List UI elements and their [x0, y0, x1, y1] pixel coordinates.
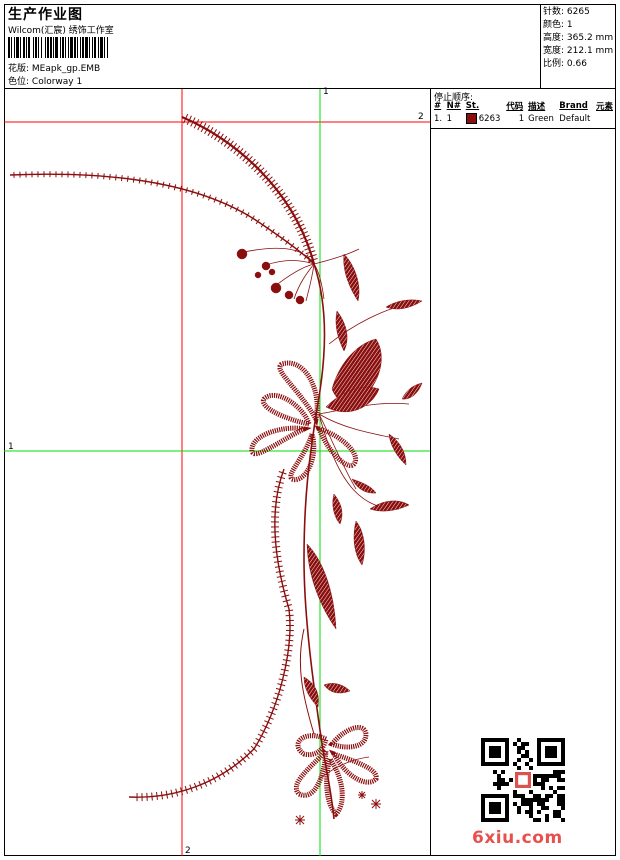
design-file: MEapk_gp.EMB — [31, 64, 101, 74]
flower-petal — [314, 425, 359, 469]
flower-petal — [288, 425, 317, 483]
color-swatch — [465, 113, 477, 124]
leaf-blade — [335, 310, 348, 352]
leaf-blade — [385, 299, 423, 310]
color-count: 颜色: 1 — [543, 20, 573, 30]
row-stitches: 6263 — [478, 114, 501, 124]
leaf-blade — [401, 382, 423, 400]
qr-code — [481, 738, 565, 822]
guide-label-red-bottom: 2 — [185, 846, 191, 856]
row-stitches-cell: 6263 — [464, 112, 504, 125]
flower-petal — [249, 425, 312, 457]
row-needle: 1 — [446, 113, 453, 124]
seed-dot — [270, 282, 282, 294]
studio-name: Wilcom(汇宸) 绣饰工作室 — [8, 26, 114, 36]
colorway-name: Colorway 1 — [31, 77, 83, 87]
flower-petal — [260, 392, 313, 428]
panel-divider — [430, 88, 431, 856]
col-brand: Brand — [559, 101, 588, 111]
seed-dot — [284, 290, 294, 300]
row-code: 1 — [518, 113, 525, 124]
embroidery-canvas — [4, 89, 430, 856]
stats-divider — [540, 4, 541, 88]
flower-petal — [294, 744, 329, 798]
design-width: 宽度: 212.1 mm — [543, 46, 614, 56]
star-stitches — [295, 791, 381, 825]
stem-left-branch — [9, 173, 315, 265]
seed-dot — [268, 268, 276, 276]
page-title: 生产作业图 — [8, 7, 83, 23]
leaf-blade — [306, 543, 337, 630]
col-desc: 描述 — [528, 102, 546, 112]
colorway-label: 色位: — [8, 77, 30, 87]
stop-header-row: # N# St. 代码 描述 Brand 元素 — [432, 100, 616, 112]
guide-label-green-top: 1 — [323, 87, 329, 97]
stitch-ticks — [13, 113, 318, 802]
table-row: 1. 1 6263 1 Green Default — [432, 112, 616, 125]
stem-arc-top — [181, 115, 316, 265]
stitch-count: 针数: 6265 — [543, 7, 590, 17]
guide-label-red-right: 2 — [418, 112, 424, 122]
row-element — [594, 112, 616, 125]
barcode — [8, 37, 110, 58]
row-desc: Green — [528, 113, 554, 124]
design-height: 高度: 365.2 mm — [543, 33, 614, 43]
row-brand: Default — [559, 113, 591, 124]
col-needle: N# — [446, 101, 461, 111]
row-index: 1. — [434, 113, 443, 124]
table-divider — [430, 128, 616, 129]
design-label: 花版: — [8, 64, 30, 74]
leaf-blade — [323, 683, 351, 694]
col-stitches: St. — [465, 101, 480, 111]
seed-dot — [254, 271, 262, 279]
col-code: 代码 — [506, 102, 524, 112]
watermark-logo: 6xiu.com — [472, 828, 563, 848]
stats-panel: 针数: 6265 颜色: 1 高度: 365.2 mm 宽度: 212.1 mm… — [543, 6, 613, 71]
flower-petal — [327, 725, 369, 750]
leaf-blade — [343, 253, 360, 302]
seed-dot — [261, 261, 271, 271]
satin-fill-shapes — [236, 248, 423, 708]
embroidery-design — [9, 115, 410, 820]
leaf-blade — [303, 676, 319, 708]
seed-dot — [236, 248, 248, 260]
colorway-row: 色位: Colorway 1 — [8, 74, 82, 87]
design-row: 花版: MEapk_gp.EMB — [8, 61, 100, 74]
leaf-blade — [369, 500, 410, 512]
leaf-blade — [332, 493, 343, 525]
stem-lower-left — [128, 468, 291, 798]
col-index: # — [434, 101, 442, 111]
seed-dot — [295, 295, 305, 305]
leaf-blade — [351, 478, 377, 494]
col-element: 元素 — [595, 102, 613, 112]
guide-label-green-left: 1 — [8, 442, 14, 452]
stop-sequence-table: # N# St. 代码 描述 Brand 元素 1. 1 6263 1 Gree… — [432, 100, 616, 125]
leaf-blade — [353, 520, 365, 566]
design-scale: 比例: 0.66 — [543, 59, 587, 69]
flower-petal — [277, 360, 320, 427]
